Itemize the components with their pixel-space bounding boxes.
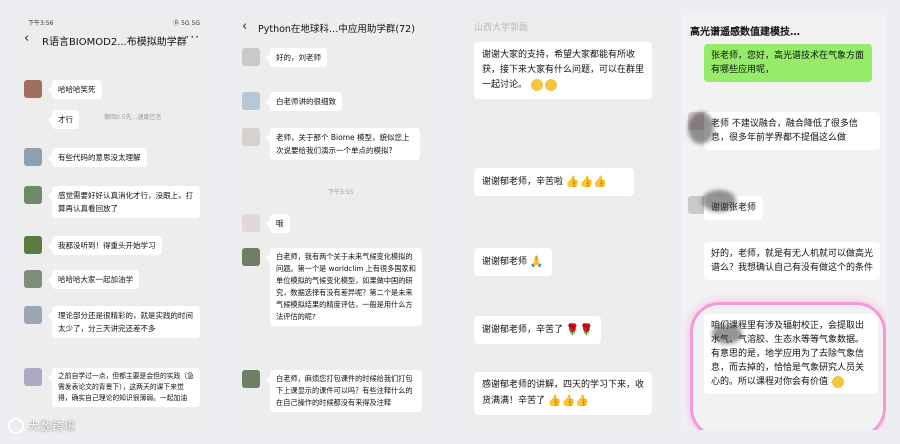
chat-title: 高光谱遥感数值建模技… [690, 27, 800, 38]
status-time: 下午3:56 [28, 20, 54, 27]
chat-panel-shanxi: 山西大学郭磊 谢谢大家的支持，希望大家都能有所收获，接下来大家有什么问题，可以在… [462, 14, 663, 430]
avatar[interactable] [242, 48, 260, 66]
message-bubble[interactable]: 老师 不建议融合，融合降低了很多信息，很多年前学界都不提倡这么做 [704, 112, 880, 150]
message-bubble[interactable]: 好的，老师，就是有无人机就可以做高光谱么？我想确认自己有没有做这个的条件 [704, 242, 880, 280]
thumbs-up-icon: 👍 [565, 175, 580, 188]
avatar[interactable] [24, 368, 42, 386]
message-bubble[interactable]: 谢谢郁老师 🙏 [474, 248, 552, 276]
thumbs-up-icon: 👍 [579, 175, 594, 188]
message-bubble[interactable]: 好的，刘老师 [266, 48, 327, 67]
avatar[interactable] [242, 214, 260, 232]
avatar[interactable] [242, 92, 260, 110]
rose-icon: 🌹 [579, 323, 594, 336]
message-bubble[interactable]: 之前自学过一点，但都主要是会但的实践（急需发表论文的背景下），这两天的课下来觉得… [48, 368, 200, 407]
avatar[interactable] [242, 370, 260, 388]
message-bubble[interactable]: 哦 [266, 214, 290, 233]
avatar[interactable] [24, 186, 42, 204]
message-bubble[interactable]: 谢谢大家的支持，希望大家都能有所收获，接下来大家有什么问题，可以在群里一起讨论。 [474, 42, 652, 99]
message-text: 谢谢郁老师 [482, 257, 528, 267]
watermark-text: 大数跨境 [28, 420, 76, 433]
message-bubble[interactable]: 白老师讲的很细致 [266, 92, 342, 111]
message-bubble[interactable]: 老师，关于那个 Biome 模型，貌似您上次说要给我们演示一个单点的模拟? [266, 128, 420, 160]
message-bubble[interactable]: 理论部分还是很精彩的，就是实践的时间太少了，分三天讲完还差不多 [48, 306, 200, 338]
rose-icon: 🌹 [565, 323, 580, 336]
own-message-bubble[interactable]: 张老师，您好，高光谱技术在气象方面有哪些应用呢， [704, 44, 872, 82]
message-bubble[interactable]: 哈哈哈笑死 [48, 80, 102, 99]
pray-hands-icon: 🙏 [529, 255, 544, 268]
chat-header: 山西大学郭磊 [462, 14, 663, 36]
message-bubble[interactable]: 才行 [48, 110, 79, 129]
chat-title: Python在地球科…中应用助学群(72) [258, 24, 415, 35]
message-bubble[interactable]: 白老师，麻烦您打包课件的时候给我们打包下上课显示的课件可以吗？有些注释什么的在自… [266, 370, 422, 412]
message-bubble[interactable]: 有些代码的意思没太理解 [48, 148, 147, 167]
redaction-scribble [702, 190, 736, 212]
avatar[interactable] [24, 236, 42, 254]
message-text: 谢谢郁老师，辛苦啦 [482, 177, 564, 187]
more-icon[interactable]: ··· [186, 30, 200, 44]
status-signal: Ⓡ 5G 5G [173, 20, 200, 27]
avatar[interactable] [24, 306, 42, 324]
back-arrow-icon[interactable]: ‹ [24, 32, 29, 45]
message-bubble[interactable]: 谢谢郁老师，辛苦啦 👍👍👍 [474, 168, 634, 196]
timestamp: 下午3:55 [328, 189, 354, 196]
message-bubble[interactable]: 感觉需要好好认真消化才行，没跟上，打算再认真看回放了 [48, 186, 200, 218]
thumbs-up-icon: 👍 [593, 175, 607, 188]
chat-title: 山西大学郭磊 [474, 23, 529, 33]
message-bubble[interactable]: 我都没听到！得重头开始学习 [48, 236, 162, 255]
smile-emoji-icon [530, 78, 543, 91]
smile-emoji-icon [831, 375, 844, 388]
system-note: 撤回0.5先…速度巴言 [104, 114, 162, 121]
chat-header: 高光谱遥感数值建模技… [682, 14, 886, 44]
thumbs-up-icon: 👍 [561, 394, 576, 407]
message-bubble[interactable]: 感谢郁老师的讲解，四天的学习下来，收货满满！辛苦了 👍👍👍 [474, 372, 652, 415]
avatar[interactable] [24, 148, 42, 166]
thumbs-up-icon: 👍 [575, 394, 589, 407]
chat-title: R语言BIOMOD2...布模拟助学群 [42, 37, 187, 48]
redaction-scribble [712, 324, 742, 344]
redaction-scribble [688, 112, 714, 144]
message-text: 谢谢大家的支持，希望大家都能有所收获，接下来大家有什么问题，可以在群里一起讨论。 [482, 50, 645, 90]
avatar[interactable] [242, 248, 260, 266]
message-bubble[interactable]: 白老师，我有两个关于未来气候变化模拟的问题。第一个是 worldclim 上有很… [266, 248, 422, 326]
message-bubble[interactable]: 哈哈哈大家一起加油学 [48, 270, 139, 289]
logo-icon [8, 418, 24, 434]
chat-panel-hyperspectral: 高光谱遥感数值建模技… 张老师，您好，高光谱技术在气象方面有哪些应用呢， 老师 … [682, 14, 886, 430]
avatar[interactable] [24, 80, 42, 98]
watermark: 大数跨境 [8, 418, 76, 434]
message-bubble[interactable]: 谢谢郁老师，辛苦了 🌹🌹 [474, 316, 602, 344]
avatar[interactable] [242, 128, 260, 146]
thumbs-up-icon: 👍 [547, 394, 562, 407]
smile-emoji-icon [544, 78, 557, 91]
message-text: 谢谢郁老师，辛苦了 [482, 325, 564, 335]
avatar[interactable] [24, 270, 42, 288]
chat-header: ‹ Python在地球科…中应用助学群(72) [236, 14, 431, 54]
chat-header: 下午3:56 Ⓡ 5G 5G ‹ R语言BIOMOD2...布模拟助学群 ··· [18, 14, 208, 54]
chat-panel-python-geo: ‹ Python在地球科…中应用助学群(72) 好的，刘老师 白老师讲的很细致 … [236, 14, 431, 430]
back-arrow-icon[interactable]: ‹ [242, 20, 247, 33]
chat-panel-r-biomod2: 下午3:56 Ⓡ 5G 5G ‹ R语言BIOMOD2...布模拟助学群 ···… [18, 14, 208, 430]
